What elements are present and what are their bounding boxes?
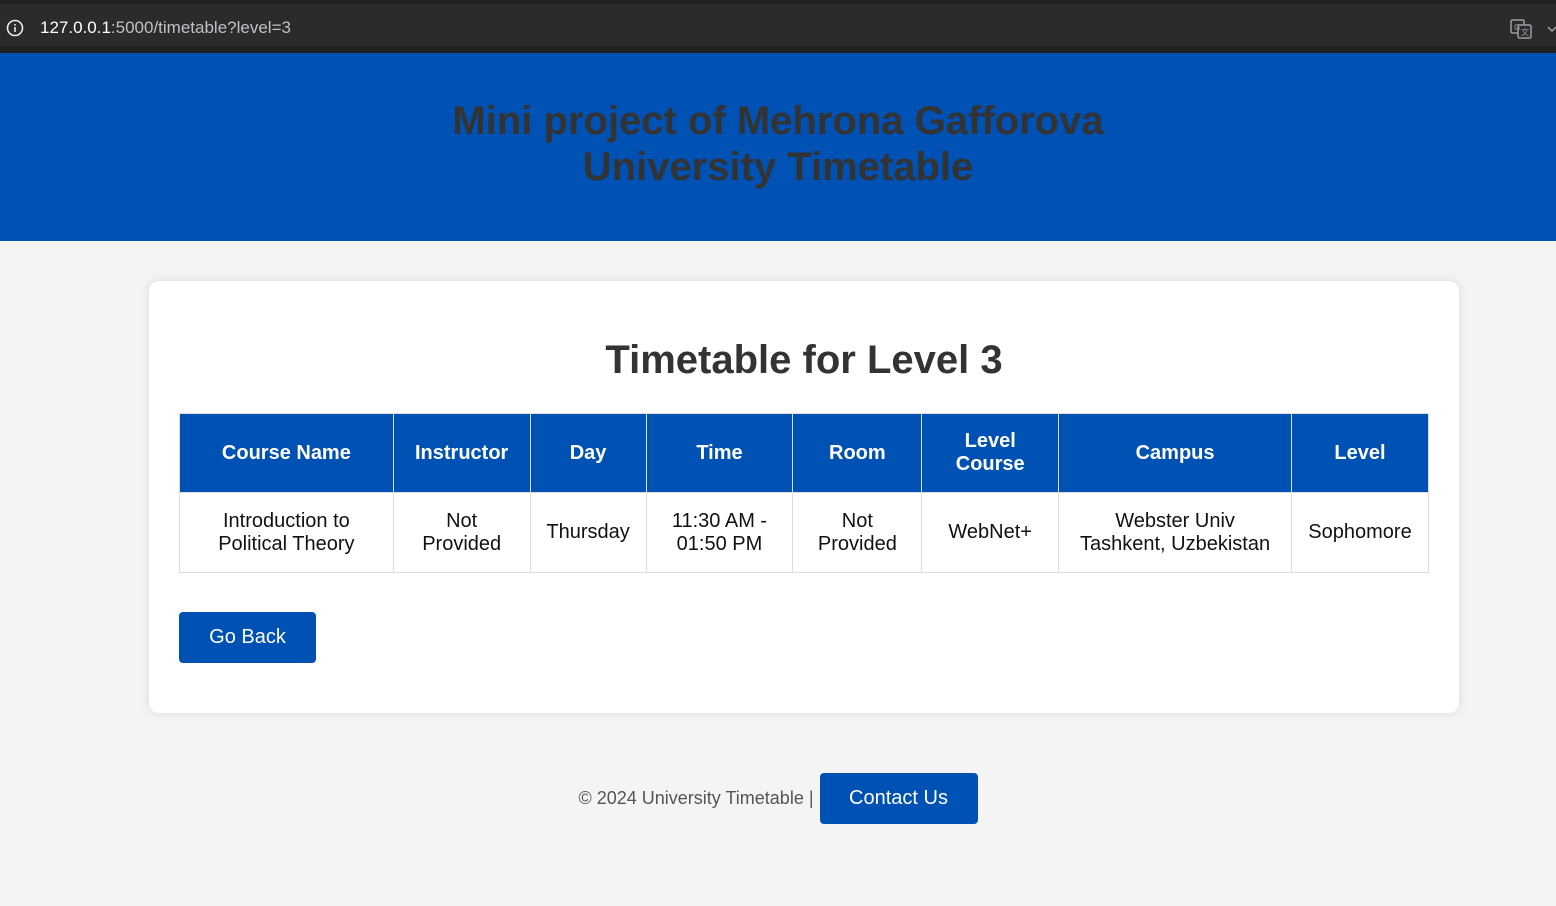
- column-header-time: Time: [645, 413, 794, 493]
- column-header-course-name: Course Name: [179, 413, 394, 493]
- info-circle-icon[interactable]: [6, 19, 24, 37]
- cell-course-name: Introduction to Political Theory: [179, 492, 394, 573]
- cell-campus-text: Webster Univ Tashkent, Uzbekistan: [1080, 509, 1271, 555]
- cell-day: Thursday: [529, 492, 647, 573]
- cell-level-course: WebNet+: [921, 492, 1060, 573]
- browser-toolbar: 127.0.0.1:5000/timetable?level=3 G 文: [0, 0, 1556, 53]
- column-header-instructor: Instructor: [392, 413, 531, 493]
- column-header-level: Level: [1291, 413, 1429, 493]
- menu-chevron-icon[interactable]: [1546, 18, 1556, 40]
- column-header-campus: Campus: [1058, 413, 1293, 493]
- footer-content: © 2024 University Timetable | Contact Us: [578, 773, 978, 824]
- cell-campus: Webster Univ Tashkent, Uzbekistan: [1058, 492, 1293, 573]
- translate-icon[interactable]: G 文: [1510, 18, 1532, 40]
- svg-text:文: 文: [1521, 27, 1529, 37]
- table-row: Introduction to Political Theory Not Pro…: [179, 492, 1429, 573]
- column-header-level-course-label: Level Course: [955, 430, 1025, 475]
- svg-text:G: G: [1514, 23, 1520, 32]
- site-header: Mini project of Mehrona Gafforova Univer…: [0, 53, 1556, 241]
- address-bar[interactable]: 127.0.0.1:5000/timetable?level=3 G 文: [0, 4, 1556, 46]
- cell-course-name-text: Introduction to Political Theory: [218, 509, 355, 555]
- go-back-button[interactable]: Go Back: [179, 612, 316, 663]
- cell-instructor: Not Provided: [392, 492, 531, 573]
- column-header-level-course: Level Course: [921, 413, 1060, 493]
- cell-time-text: 11:30 AM - 01:50 PM: [671, 509, 768, 555]
- cell-instructor-text: Not Provided: [422, 509, 502, 555]
- url-text[interactable]: 127.0.0.1:5000/timetable?level=3: [40, 18, 291, 38]
- url-host: 127.0.0.1: [40, 18, 111, 37]
- cell-time: 11:30 AM - 01:50 PM: [645, 492, 794, 573]
- site-title-line1: Mini project of Mehrona Gafforova: [452, 99, 1104, 143]
- contact-us-button[interactable]: Contact Us: [819, 773, 978, 824]
- cell-room: Not Provided: [792, 492, 923, 573]
- url-path: :5000/timetable?level=3: [110, 18, 291, 37]
- site-title: Mini project of Mehrona Gafforova Univer…: [0, 98, 1556, 190]
- column-header-day: Day: [529, 413, 647, 493]
- page-footer: © 2024 University Timetable | Contact Us: [0, 773, 1556, 824]
- footer-copyright: © 2024 University Timetable |: [578, 788, 814, 808]
- column-header-room: Room: [792, 413, 923, 493]
- cell-level: Sophomore: [1291, 492, 1429, 573]
- timetable-table: Course Name Instructor Day Time Room Lev…: [179, 413, 1429, 573]
- page-title: Timetable for Level 3: [605, 338, 1003, 382]
- site-title-line2: University Timetable: [582, 145, 974, 189]
- cell-room-text: Not Provided: [817, 509, 897, 555]
- table-header-row: Course Name Instructor Day Time Room Lev…: [179, 413, 1429, 493]
- timetable-card: Timetable for Level 3 Course Name Instru…: [149, 281, 1459, 713]
